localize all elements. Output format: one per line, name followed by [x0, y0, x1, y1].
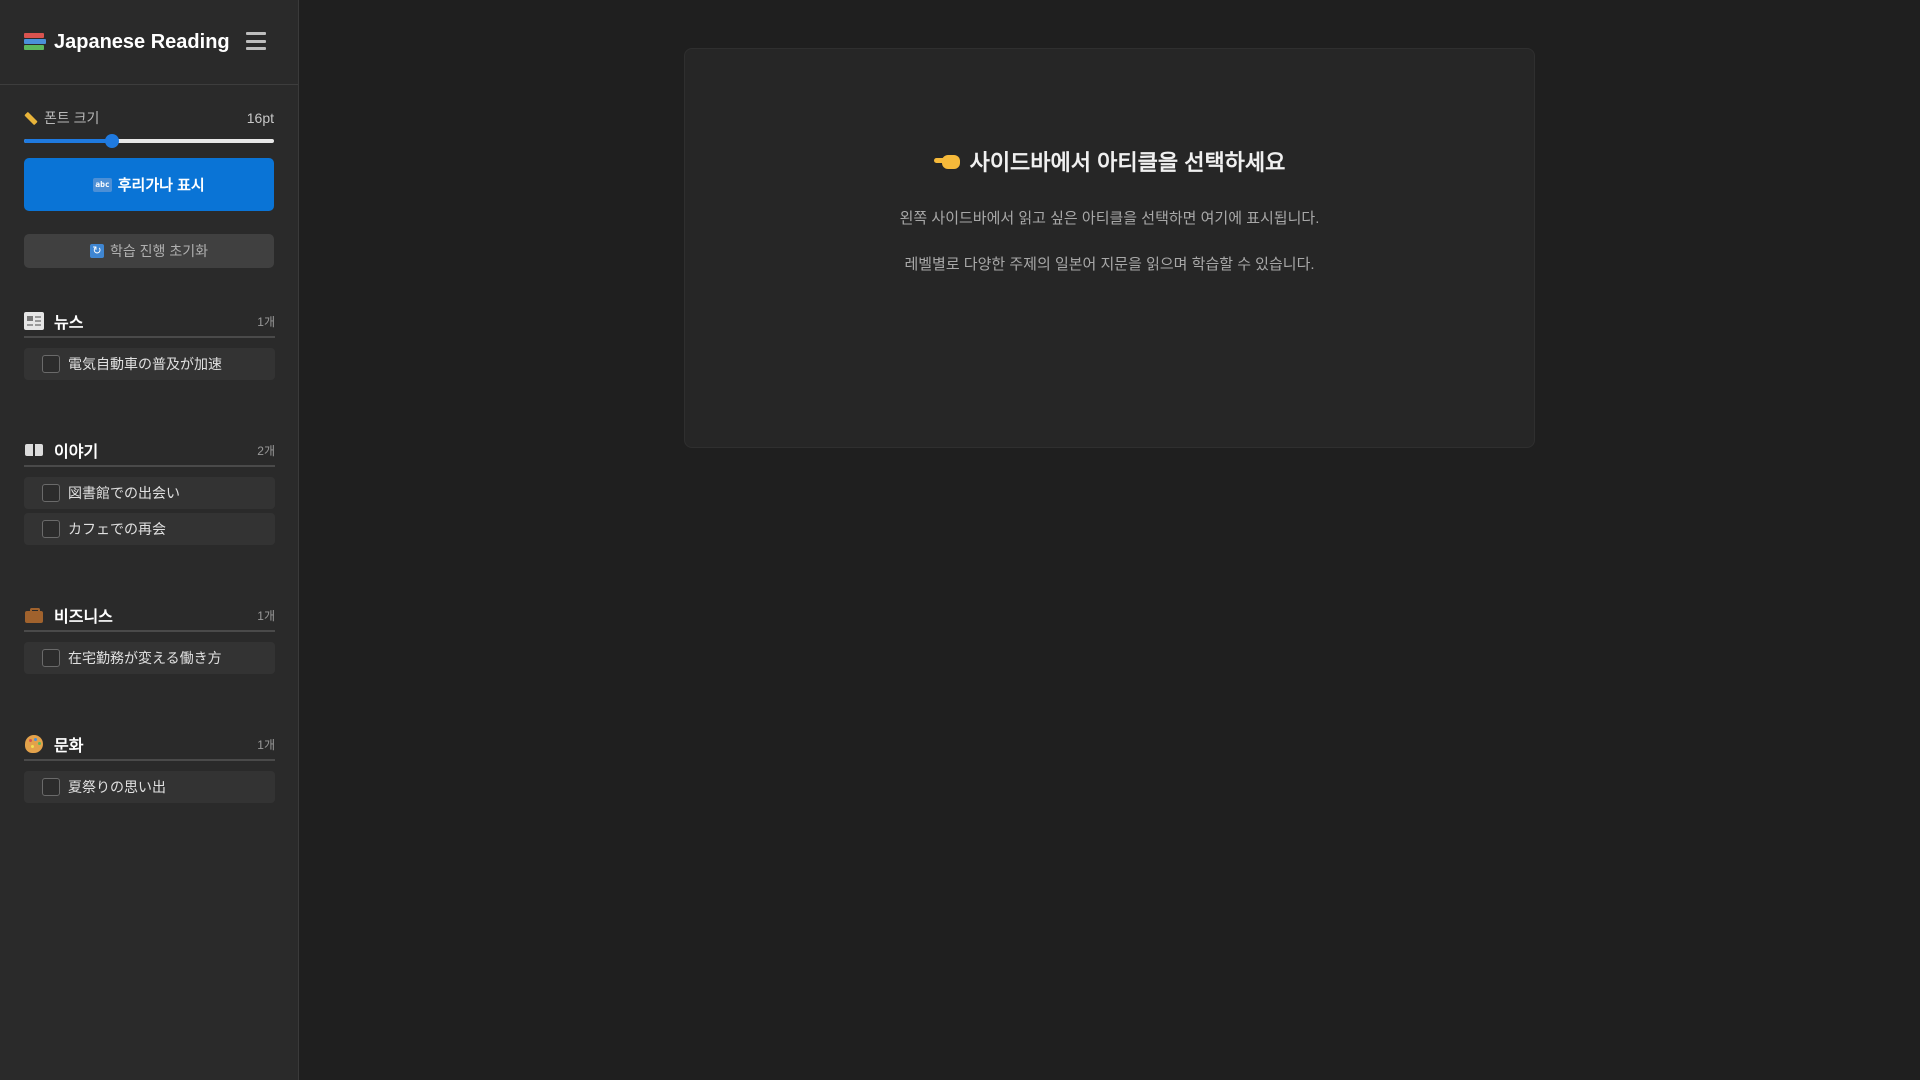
- section-news: 뉴스 1개 電気自動車の普及が加速: [0, 310, 299, 384]
- reset-progress-button[interactable]: ↻ 학습 진행 초기화: [24, 234, 274, 268]
- furigana-button-label: 후리가나 표시: [117, 177, 205, 194]
- section-title: 비즈니스: [54, 609, 113, 626]
- article-item[interactable]: 電気自動車の普及が加速: [24, 348, 275, 380]
- furigana-toggle-button[interactable]: abc 후리가나 표시: [24, 158, 274, 211]
- section-count: 1개: [257, 737, 275, 752]
- article-item[interactable]: 夏祭りの思い出: [24, 771, 275, 803]
- hamburger-menu-icon[interactable]: [246, 32, 266, 50]
- section-header-culture[interactable]: 문화 1개: [24, 733, 275, 761]
- refresh-icon: ↻: [90, 244, 105, 258]
- article-title: 夏祭りの思い出: [68, 779, 166, 795]
- article-checkbox[interactable]: [42, 649, 60, 667]
- slider-fill: [24, 139, 112, 143]
- article-title: 在宅勤務が変える働き方: [68, 650, 222, 666]
- article-item[interactable]: カフェでの再会: [24, 513, 275, 545]
- sidebar: Japanese Reading 폰트 크기 16pt abc 후리가나 표시 …: [0, 0, 299, 1080]
- empty-state-description: 왼쪽 사이드바에서 읽고 싶은 아티클을 선택하면 여기에 표시됩니다.: [899, 210, 1320, 227]
- section-count: 1개: [257, 314, 275, 329]
- font-size-label-text: 폰트 크기: [44, 110, 100, 126]
- section-business: 비즈니스 1개 在宅勤務が変える働き方: [0, 604, 299, 678]
- app-window: Japanese Reading 폰트 크기 16pt abc 후리가나 표시 …: [0, 0, 1920, 1080]
- article-title: 図書館での出会い: [68, 485, 180, 501]
- controls-panel: 폰트 크기 16pt abc 후리가나 표시 ↻ 학습 진행 초기화: [0, 85, 298, 268]
- main-content: 사이드바에서 아티클을 선택하세요 왼쪽 사이드바에서 읽고 싶은 아티클을 선…: [300, 0, 1920, 1080]
- section-header-story[interactable]: 이야기 2개: [24, 439, 275, 467]
- app-title: Japanese Reading: [54, 30, 230, 53]
- article-checkbox[interactable]: [42, 520, 60, 538]
- section-header-business[interactable]: 비즈니스 1개: [24, 604, 275, 632]
- brand: Japanese Reading: [24, 31, 230, 54]
- section-header-news[interactable]: 뉴스 1개: [24, 310, 275, 338]
- empty-state-title: 사이드바에서 아티클을 선택하세요: [685, 145, 1534, 177]
- section-title: 문화: [54, 738, 84, 755]
- section-title: 뉴스: [54, 315, 84, 332]
- article-title: 電気自動車の普及が加速: [68, 356, 222, 372]
- article-checkbox[interactable]: [42, 484, 60, 502]
- section-title: 이야기: [54, 444, 99, 461]
- article-checkbox[interactable]: [42, 778, 60, 796]
- empty-state-hint: 레벨별로 다양한 주제의 일본어 지문을 읽으며 학습할 수 있습니다.: [904, 256, 1315, 273]
- section-count: 2개: [257, 443, 275, 458]
- palette-icon: [24, 735, 44, 753]
- pointing-hand-icon: [933, 151, 964, 171]
- empty-state-card: 사이드바에서 아티클을 선택하세요 왼쪽 사이드바에서 읽고 싶은 아티클을 선…: [684, 48, 1535, 448]
- empty-state-title-text: 사이드바에서 아티클을 선택하세요: [969, 150, 1286, 175]
- section-culture: 문화 1개 夏祭りの思い出: [0, 733, 299, 807]
- article-item[interactable]: 図書館での出会い: [24, 477, 275, 509]
- open-book-icon: [24, 441, 44, 459]
- books-icon: [24, 32, 46, 52]
- font-size-row: 폰트 크기 16pt: [24, 109, 274, 127]
- slider-thumb[interactable]: [104, 134, 119, 148]
- sidebar-header: Japanese Reading: [0, 0, 298, 85]
- newspaper-icon: [24, 312, 44, 330]
- font-size-slider[interactable]: [24, 131, 274, 151]
- section-count: 1개: [257, 608, 275, 623]
- abc-icon: abc: [93, 177, 112, 192]
- ruler-icon: [24, 111, 38, 125]
- article-checkbox[interactable]: [42, 355, 60, 373]
- section-story: 이야기 2개 図書館での出会い カフェでの再会: [0, 439, 299, 549]
- briefcase-icon: [24, 606, 44, 624]
- article-item[interactable]: 在宅勤務が変える働き方: [24, 642, 275, 674]
- font-size-value: 16pt: [246, 110, 274, 126]
- article-title: カフェでの再会: [68, 521, 166, 537]
- reset-button-label: 학습 진행 초기화: [110, 243, 208, 259]
- font-size-label: 폰트 크기: [24, 108, 99, 128]
